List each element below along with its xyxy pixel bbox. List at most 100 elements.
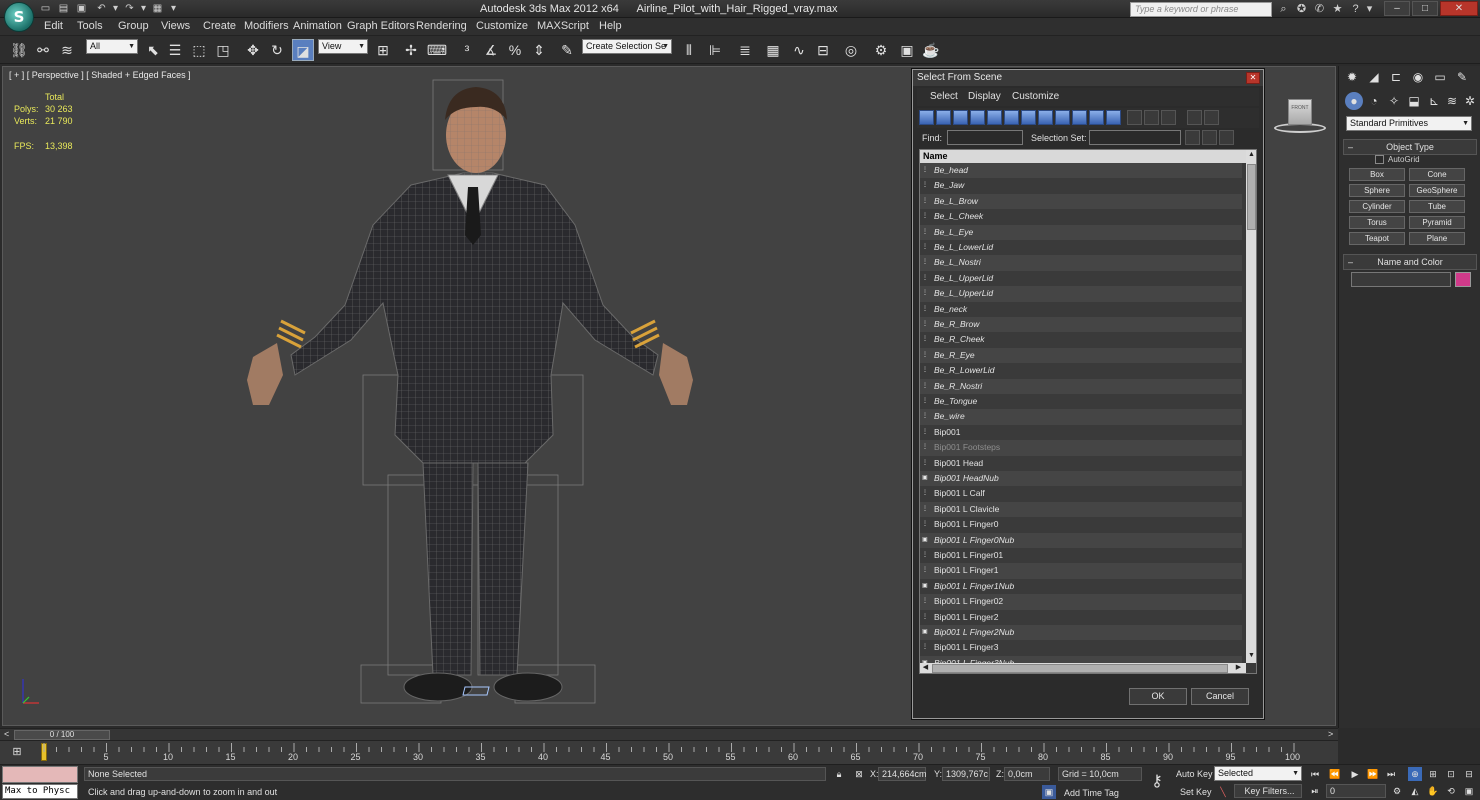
geometry-category-icon[interactable]: ● bbox=[1345, 92, 1363, 110]
render-setup-icon[interactable]: ⚙ bbox=[870, 39, 892, 61]
scroll-down-icon[interactable]: ▼ bbox=[1247, 652, 1256, 661]
select-object-icon[interactable]: ⬉ bbox=[142, 39, 164, 61]
list-item[interactable]: ⋮ Be_head bbox=[920, 163, 1242, 179]
list-item[interactable]: ⋮ Be_wire bbox=[920, 409, 1242, 425]
list-item[interactable]: ▣ Bip001 L Finger3Nub bbox=[920, 655, 1242, 663]
list-item[interactable]: ⋮ Be_R_Brow bbox=[920, 317, 1242, 333]
display-space-warps-icon[interactable] bbox=[1004, 110, 1019, 125]
cylinder-button[interactable]: Cylinder bbox=[1349, 200, 1405, 213]
time-tag-icon[interactable]: ▣ bbox=[1042, 785, 1056, 799]
spinner-snap-icon[interactable]: ⇕ bbox=[528, 39, 550, 61]
key-filter-edit-icon[interactable]: ╲ bbox=[1216, 785, 1230, 799]
subscription-icon[interactable]: ✪ bbox=[1294, 2, 1309, 16]
snaps-toggle-icon[interactable]: ³ bbox=[456, 39, 478, 61]
bind-space-warp-icon[interactable]: ≋ bbox=[56, 39, 78, 61]
display-groups-icon[interactable] bbox=[1021, 110, 1036, 125]
display-geometry-icon[interactable] bbox=[919, 110, 934, 125]
z-coord-field[interactable]: 0,0cm bbox=[1004, 767, 1050, 781]
menu-modifiers[interactable]: Modifiers bbox=[244, 20, 289, 32]
list-item[interactable]: ⋮ Bip001 Head bbox=[920, 456, 1242, 471]
list-item[interactable]: ⋮ Be_L_Cheek bbox=[920, 209, 1242, 224]
object-color-swatch[interactable] bbox=[1455, 272, 1471, 287]
cancel-button[interactable]: Cancel bbox=[1191, 688, 1249, 705]
absolute-relative-transform-icon[interactable]: ⊠ bbox=[852, 767, 866, 781]
list-item[interactable]: ⋮ Be_Tongue bbox=[920, 394, 1242, 409]
time-next-icon[interactable]: > bbox=[1328, 729, 1333, 739]
unlink-icon[interactable]: ⚯ bbox=[32, 39, 54, 61]
tube-button[interactable]: Tube bbox=[1409, 200, 1465, 213]
menu-rendering[interactable]: Rendering bbox=[416, 20, 467, 32]
select-children-icon[interactable] bbox=[1202, 130, 1217, 145]
key-mode-dropdown[interactable]: Selected bbox=[1214, 766, 1302, 781]
time-slider-thumb[interactable]: 0 / 100 bbox=[14, 730, 110, 740]
dialog-close-button[interactable]: ✕ bbox=[1246, 72, 1260, 84]
maximize-button[interactable]: □ bbox=[1412, 1, 1438, 16]
rendered-frame-window-icon[interactable]: ▣ bbox=[896, 39, 918, 61]
filter-options-icon[interactable] bbox=[1204, 110, 1219, 125]
list-item[interactable]: ⋮ Be_L_UpperLid bbox=[920, 271, 1242, 286]
select-dependents-icon[interactable] bbox=[1185, 130, 1200, 145]
list-item[interactable]: ⋮ Be_R_Nostri bbox=[920, 378, 1242, 394]
undo-dropdown-icon[interactable]: ▾ bbox=[108, 2, 123, 15]
plane-button[interactable]: Plane bbox=[1409, 232, 1465, 245]
list-item[interactable]: ⋮ Be_L_UpperLid bbox=[920, 286, 1242, 302]
hierarchy-tab-icon[interactable]: ⊏ bbox=[1387, 68, 1405, 86]
project-folder-icon[interactable]: ▦ bbox=[150, 2, 165, 15]
geosphere-button[interactable]: GeoSphere bbox=[1409, 184, 1465, 197]
redo-icon[interactable]: ↷ bbox=[122, 2, 137, 15]
viewcube-front-face[interactable]: FRONT bbox=[1288, 99, 1312, 125]
menu-help[interactable]: Help bbox=[599, 20, 622, 32]
maxscript-mini-listener-pink[interactable] bbox=[2, 766, 78, 783]
list-item[interactable]: ⋮ Be_R_LowerLid bbox=[920, 363, 1242, 378]
scroll-right-icon[interactable]: ▶ bbox=[1234, 663, 1243, 673]
save-icon[interactable]: ▣ bbox=[74, 2, 89, 15]
box-button[interactable]: Box bbox=[1349, 168, 1405, 181]
play-icon[interactable]: ▶ bbox=[1348, 767, 1362, 781]
list-item[interactable]: ⋮ Bip001 L Finger3 bbox=[920, 640, 1242, 655]
quick-access-dropdown-icon[interactable]: ▾ bbox=[166, 2, 181, 15]
go-to-start-icon[interactable]: ⏮ bbox=[1308, 767, 1322, 781]
menu-edit[interactable]: Edit bbox=[44, 20, 63, 32]
list-item[interactable]: ⋮ Bip001 L Calf bbox=[920, 486, 1242, 501]
list-item[interactable]: ▣ Bip001 L Finger1Nub bbox=[920, 579, 1242, 594]
material-editor-icon[interactable]: ◎ bbox=[840, 39, 862, 61]
list-item[interactable]: ⋮ Be_L_Nostri bbox=[920, 255, 1242, 271]
list-item[interactable]: ⋮ Bip001 L Finger02 bbox=[920, 594, 1242, 610]
torus-button[interactable]: Torus bbox=[1349, 216, 1405, 229]
previous-frame-icon[interactable]: ⏪ bbox=[1328, 767, 1342, 781]
zoom-extents-all-icon[interactable]: ⊟ bbox=[1462, 767, 1476, 781]
orbit-icon[interactable]: ⟲ bbox=[1444, 784, 1458, 798]
list-item[interactable]: ▣ Bip001 L Finger0Nub bbox=[920, 532, 1242, 548]
display-xrefs-icon[interactable] bbox=[1038, 110, 1053, 125]
helpers-category-icon[interactable]: ⊾ bbox=[1425, 92, 1443, 110]
help-dropdown-icon[interactable]: ▾ bbox=[1362, 2, 1377, 16]
scale-icon[interactable]: ◪ bbox=[292, 39, 314, 61]
edit-named-selection-icon[interactable]: ✎ bbox=[556, 39, 578, 61]
sphere-button[interactable]: Sphere bbox=[1349, 184, 1405, 197]
list-vertical-scrollbar[interactable]: ▲ ▼ bbox=[1246, 150, 1256, 663]
percent-snap-icon[interactable]: % bbox=[504, 39, 526, 61]
object-type-rollout-header[interactable]: – Object Type bbox=[1343, 139, 1477, 155]
communication-icon[interactable]: ✆ bbox=[1312, 2, 1327, 16]
ok-button[interactable]: OK bbox=[1129, 688, 1187, 705]
teapot-button[interactable]: Teapot bbox=[1349, 232, 1405, 245]
menu-create[interactable]: Create bbox=[203, 20, 236, 32]
window-crossing-icon[interactable]: ◳ bbox=[212, 39, 234, 61]
selection-filter-dropdown[interactable]: All bbox=[86, 39, 138, 54]
zoom-all-icon[interactable]: ⊞ bbox=[1426, 767, 1440, 781]
angle-snap-icon[interactable]: ∡ bbox=[480, 39, 502, 61]
list-item[interactable]: ⋮ Be_R_Cheek bbox=[920, 332, 1242, 347]
object-name-field[interactable] bbox=[1351, 272, 1451, 287]
display-all-icon[interactable] bbox=[1127, 110, 1142, 125]
zoom-icon[interactable]: ⊕ bbox=[1408, 767, 1422, 781]
rotate-icon[interactable]: ↻ bbox=[266, 39, 288, 61]
dialog-menu-select[interactable]: Select bbox=[930, 91, 958, 102]
keyboard-shortcut-override-icon[interactable]: ⌨ bbox=[426, 39, 448, 61]
named-selection-sets-dropdown[interactable]: Create Selection Se bbox=[582, 39, 672, 54]
display-invert-icon[interactable] bbox=[1161, 110, 1176, 125]
name-column-header[interactable]: Name bbox=[920, 150, 1248, 163]
menu-group[interactable]: Group bbox=[118, 20, 149, 32]
display-tab-icon[interactable]: ▭ bbox=[1431, 68, 1449, 86]
dialog-menu-customize[interactable]: Customize bbox=[1012, 91, 1059, 102]
list-item[interactable]: ▣ Bip001 HeadNub bbox=[920, 471, 1242, 487]
